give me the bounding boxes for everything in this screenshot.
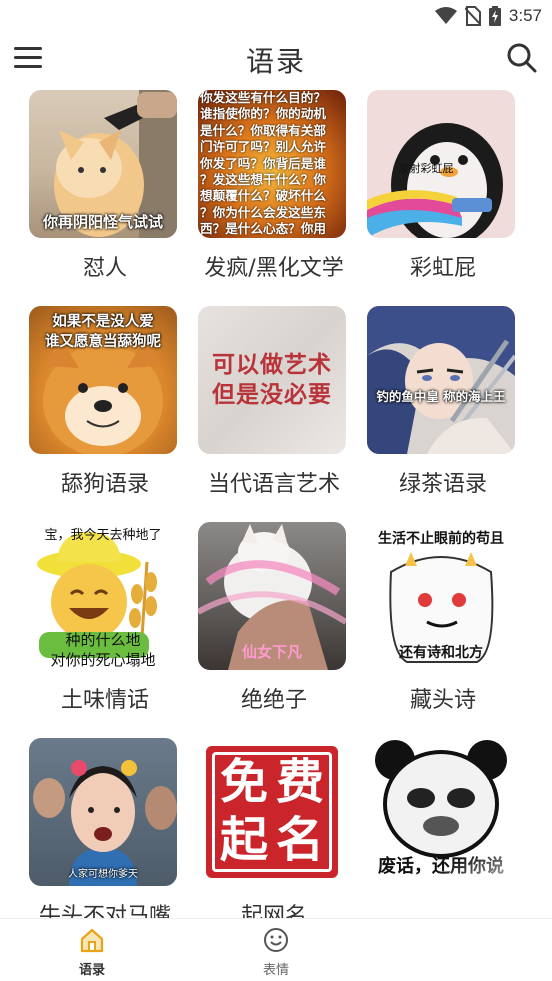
status-bar: 3:57	[0, 0, 552, 32]
thumbnail-caption: 如果不是没人爱 谁又愿意当舔狗呢	[45, 314, 161, 350]
status-icons: 3:57	[434, 4, 542, 28]
smiley-icon	[264, 928, 288, 952]
category-怼人[interactable]: 你再阴阳怪气试试 怼人	[15, 90, 195, 302]
home-icon	[80, 928, 104, 953]
thumbnail-text-line: 是什么？你取得有关部	[200, 122, 326, 138]
category-thumbnail: 人家可想你爹天	[29, 738, 177, 886]
category-thumbnail: 你发这些有什么目的？ 谁指使你的？你的动机 是什么？你取得有关部 门许可了吗？别…	[198, 90, 346, 238]
thumbnail-text-line: 谁指使你的？你的动机	[200, 106, 326, 122]
category-thumbnail: 免 费 起 名	[198, 738, 346, 886]
thumbnail-text-line: ？发这些想干什么？你	[200, 172, 326, 188]
thumbnail-text-line: 你发这些有什么目的？	[200, 90, 326, 105]
no-sim-icon	[464, 6, 481, 26]
wifi-icon	[434, 7, 457, 24]
app-bar: 语录	[0, 32, 552, 86]
category-藏头诗[interactable]: 生活不止眼前的苟且 还有诗和北方 藏头诗	[353, 522, 533, 734]
thumbnail-caption-top: 生活不止眼前的苟且	[378, 531, 504, 547]
thumbnail-caption-top: 宝，我今天去种地了	[44, 528, 162, 543]
category-舔狗语录[interactable]: 如果不是没人爱 谁又愿意当舔狗呢 舔狗语录	[15, 306, 195, 518]
category-thumbnail: 宝，我今天去种地了 种的什么地 对你的死心塌地	[29, 522, 177, 670]
category-绝绝子[interactable]: 仙女下凡 绝绝子	[184, 522, 364, 734]
category-thumbnail: 钓的鱼中皇 称的海上王	[367, 306, 515, 454]
category-label: 藏头诗	[409, 688, 476, 713]
category-土味情话[interactable]: 宝，我今天去种地了 种的什么地 对你的死心塌地 土味情话	[15, 522, 195, 734]
opera-girl-image	[33, 760, 177, 886]
nav-tab-stickers[interactable]: 表情	[216, 919, 336, 981]
thumbnail-text-line: 你发了吗？你背后是谁	[200, 155, 326, 171]
category-thumbnail: 你再阴阳怪气试试	[29, 90, 177, 238]
category-起网名[interactable]: 免 费 起 名 起网名	[184, 738, 364, 918]
category-thumbnail: 生活不止眼前的苟且 还有诗和北方	[367, 522, 515, 670]
category-thumbnail: 废话，还用你说	[367, 738, 515, 886]
category-label: 彩虹屁	[409, 256, 476, 281]
thumbnail-caption: 可以做艺术 但是没必要	[212, 352, 332, 408]
bottom-navigation: 语录 表情	[0, 918, 552, 981]
thumbnail-caption: 你再阴阳怪气试试	[42, 213, 163, 231]
category-绿茶语录[interactable]: 钓的鱼中皇 称的海上王 绿茶语录	[353, 306, 533, 518]
nav-label: 语录	[78, 963, 105, 978]
category-牛头不对马嘴[interactable]: 人家可想你爹天 牛头不对马嘴	[15, 738, 195, 918]
category-grid: 你再阴阳怪气试试 怼人 你发这些有什么目的？ 谁指使你的？你的动机 是什么？你取…	[0, 90, 552, 918]
category-彩虹屁[interactable]: 发射彩虹屁 彩虹屁	[353, 90, 533, 302]
nav-tab-quotes[interactable]: 语录	[32, 919, 152, 981]
category-label: 绿茶语录	[398, 472, 487, 497]
thumbnail-caption: 发射彩虹屁	[398, 162, 454, 175]
anime-character-image	[367, 306, 515, 454]
status-time: 3:57	[508, 6, 542, 25]
thumbnail-caption: 还有诗和北方	[399, 645, 483, 661]
category-thumbnail: 仙女下凡	[198, 522, 346, 670]
thumbnail-caption: 钓的鱼中皇 称的海上王	[376, 389, 506, 404]
category-thumbnail: 发射彩虹屁	[367, 90, 515, 238]
thumbnail-text-line: ？你为什么会发这些东	[200, 204, 326, 220]
thumbnail-text-line: 想颠覆什么？破坏什么	[200, 188, 326, 204]
battery-charging-icon	[488, 6, 501, 26]
category-thumbnail: 可以做艺术 但是没必要	[198, 306, 346, 454]
seal-stamp: 免 费 起 名	[206, 746, 338, 878]
nav-label: 表情	[262, 963, 289, 978]
thumbnail-text-line: 门许可了吗？别人允许	[200, 139, 326, 155]
thumbnail-caption: 废话，还用你说	[378, 856, 504, 877]
thumbnail-text-line: 西？是什么心态？你用	[200, 221, 326, 237]
category-当代语言艺术[interactable]: 可以做艺术 但是没必要 当代语言艺术	[184, 306, 364, 518]
page-title: 语录	[245, 45, 306, 78]
thumbnail-caption: 人家可想你爹天	[68, 869, 138, 880]
category-thumbnail: 如果不是没人爱 谁又愿意当舔狗呢	[29, 306, 177, 454]
category-panda-meme[interactable]: 废话，还用你说	[353, 738, 533, 918]
thumbnail-caption: 仙女下凡	[241, 643, 302, 661]
category-label: 起网名	[240, 904, 307, 918]
thumbnail-caption: 种的什么地 对你的死心塌地	[50, 631, 156, 669]
search-icon[interactable]	[504, 40, 538, 74]
category-发疯黑化文学[interactable]: 你发这些有什么目的？ 谁指使你的？你的动机 是什么？你取得有关部 门许可了吗？别…	[184, 90, 364, 302]
